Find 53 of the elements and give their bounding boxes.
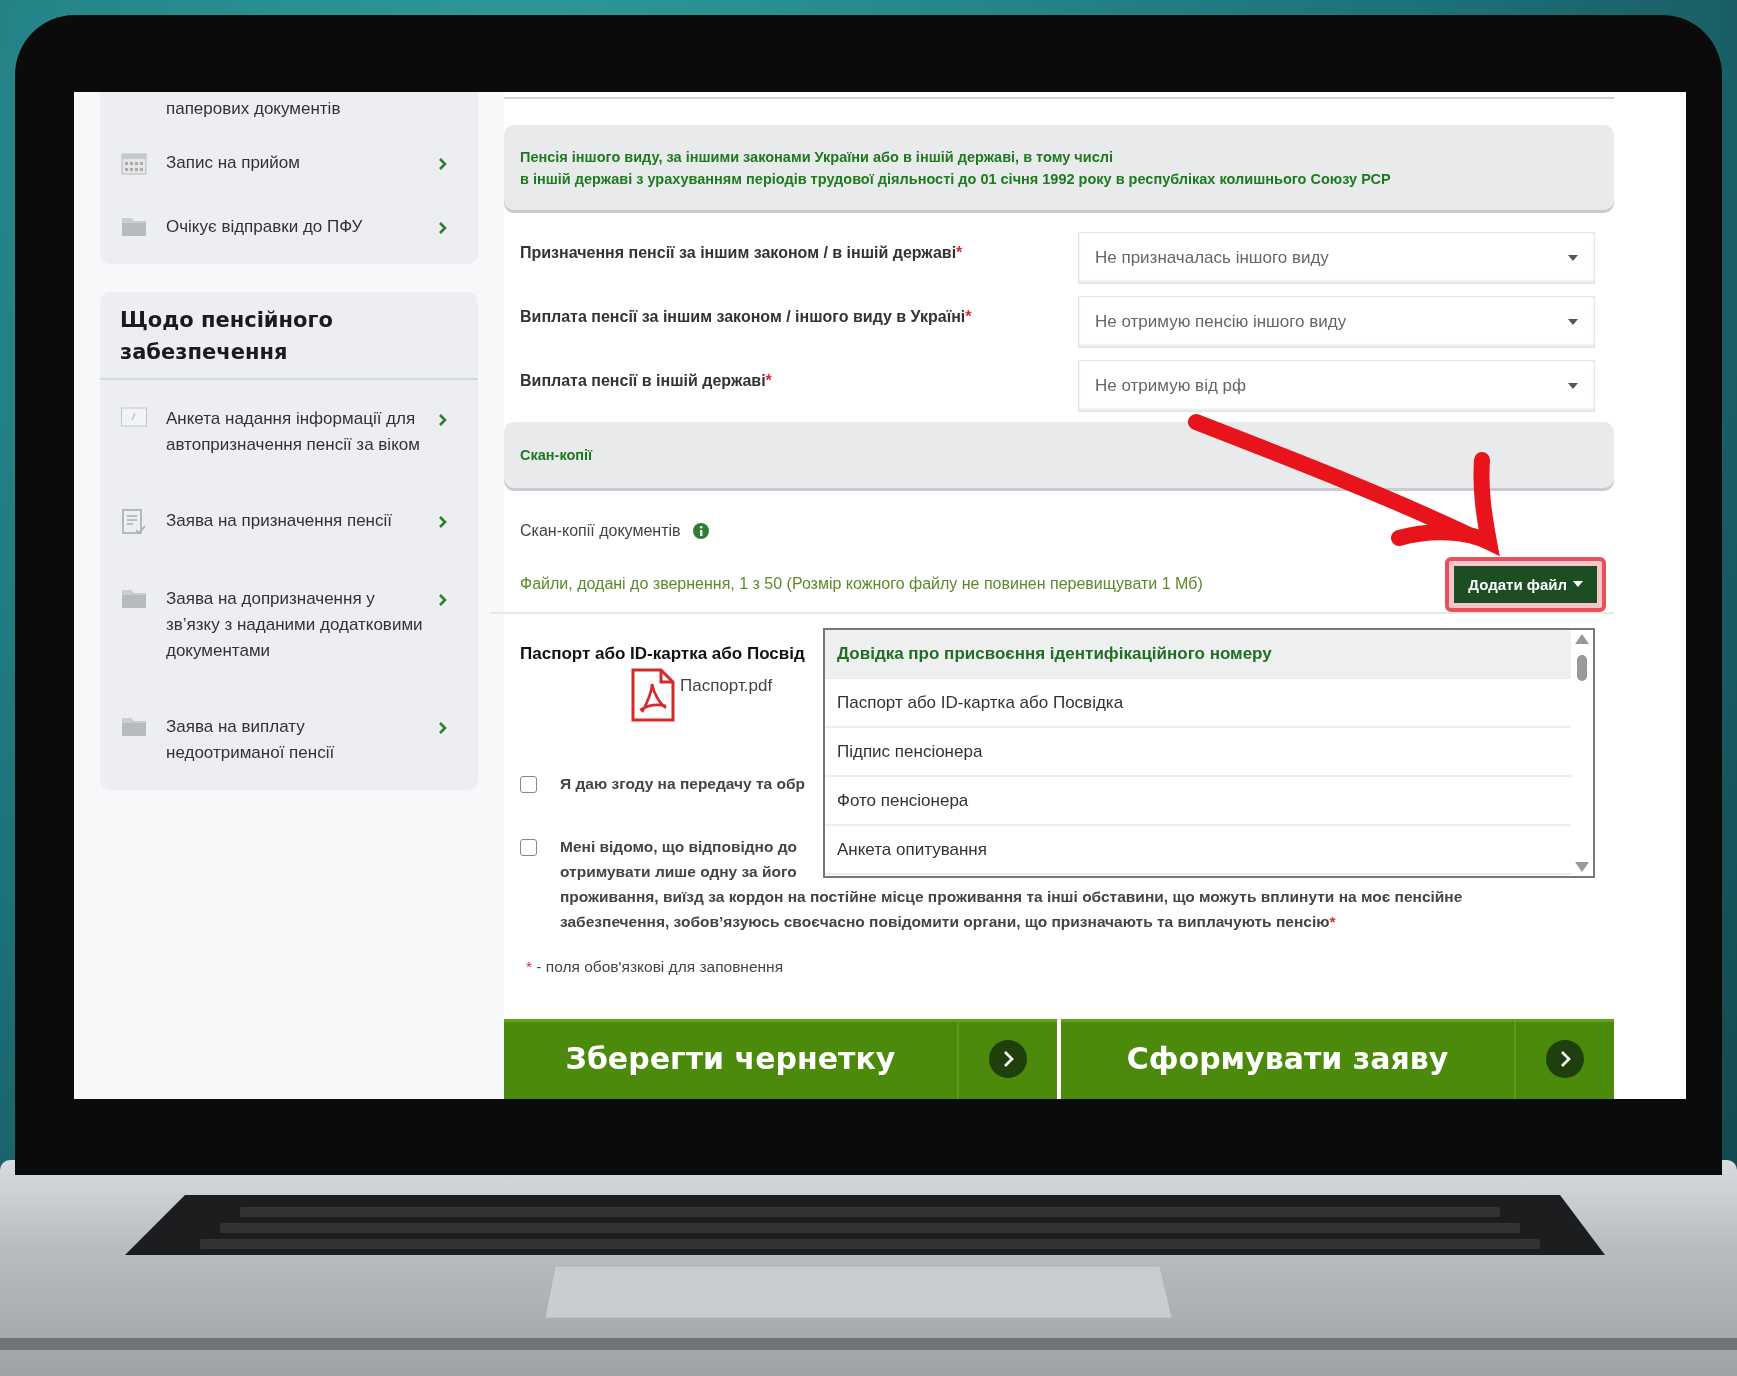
section-title: в іншій державі з урахуванням періодів трудової діяльності до 01 січня 1992 року в республіках колишнього Союзу РСР (520, 169, 1392, 189)
menu-item[interactable]: Довідка про присвоєння ідентифікаційного номеру (825, 630, 1571, 679)
field-label: Виплата пенсії в іншій державі* (519, 371, 772, 390)
scroll-up-icon[interactable] (1575, 634, 1589, 644)
consent-text: отримувати лише одну за його (560, 862, 797, 882)
chevron-right-icon (989, 1039, 1027, 1078)
sidebar-link[interactable]: Заява на призначення пенсії (166, 508, 424, 534)
file-name[interactable]: Паспорт.pdf (680, 676, 773, 696)
section-title: Пенсія іншого виду, за іншими законами України або в іншій державі, в тому числі (520, 147, 1114, 167)
scrollbar-thumb[interactable] (1577, 655, 1587, 681)
caret-icon (1568, 255, 1578, 261)
sidebar-link[interactable]: Анкета надання інформації для автопризначення пенсії за віком (166, 406, 424, 458)
chevron-right-icon (438, 413, 448, 427)
consent-text: Мені відомо, що відповідно до (560, 837, 798, 857)
consent-checkbox[interactable] (520, 839, 537, 856)
calendar-icon (120, 150, 148, 176)
files-note: Файли, додані до звернення, 1 з 50 (Розмір кожного файлу не повинен перевищувати 1 Мб) (520, 575, 1203, 593)
consent-text: забезпечення, зобов’язуюсь своєчасно повідомити органи, що призначають та виплачують пенсію* (560, 912, 1336, 932)
chevron-right-icon (438, 221, 448, 235)
add-file-button[interactable]: Додати файл (1454, 565, 1597, 603)
sidebar-link[interactable]: Запис на прийом (166, 150, 424, 176)
sidebar-link[interactable]: Заява на виплату недоотриманої пенсії (166, 714, 424, 766)
field-label: Виплата пенсії за іншим законом / іншого виду в Україні* (519, 307, 972, 326)
required-note: * - поля обов'язкові для заповнення (525, 957, 784, 977)
chevron-right-icon (438, 515, 448, 529)
select-field[interactable]: Не призначалась іншого виду (1078, 232, 1595, 284)
sidebar-heading: Щодо пенсійного забезпечення (100, 292, 478, 380)
consent-checkbox[interactable] (520, 776, 537, 793)
checklist-icon (120, 508, 148, 536)
caret-icon (1568, 383, 1578, 389)
caret-icon (1568, 319, 1578, 325)
document-heading: Паспорт або ID-картка або Посвід (519, 643, 805, 664)
chevron-right-icon (438, 593, 448, 607)
section-title: Скан-копії (520, 446, 594, 465)
form-icon (120, 406, 148, 428)
sidebar-link[interactable]: паперових документів (166, 96, 424, 122)
sidebar-link[interactable]: Очікує відправки до ПФУ (166, 214, 424, 240)
chevron-right-icon (438, 721, 448, 735)
action-button[interactable]: Сформувати заяву (1061, 1019, 1614, 1099)
scroll-down-icon[interactable] (1575, 862, 1589, 872)
consent-text: Я даю згоду на передачу та обр (560, 774, 805, 794)
chevron-right-icon (438, 157, 448, 171)
scan-copies-label: Скан-копії документів (520, 522, 681, 540)
select-field[interactable]: Не отримую від рф (1078, 360, 1595, 412)
info-icon[interactable] (692, 523, 709, 539)
chevron-right-icon (1546, 1039, 1584, 1078)
select-field[interactable]: Не отримую пенсію іншого виду (1078, 296, 1595, 348)
pdf-file-icon (630, 668, 676, 722)
consent-text: проживання, виїзд за кордон на постійне місце проживання та інші обставини, що можуть вплинути на моє пенсійне (560, 887, 1463, 907)
sidebar-link[interactable]: Заява на допризначення у зв’язку з наданими додатковими документами (166, 586, 424, 664)
action-button[interactable]: Зберегти чернетку (504, 1019, 1057, 1099)
caret-icon (1573, 581, 1583, 587)
field-label: Призначення пенсії за іншим законом / в іншій державі* (519, 243, 963, 262)
